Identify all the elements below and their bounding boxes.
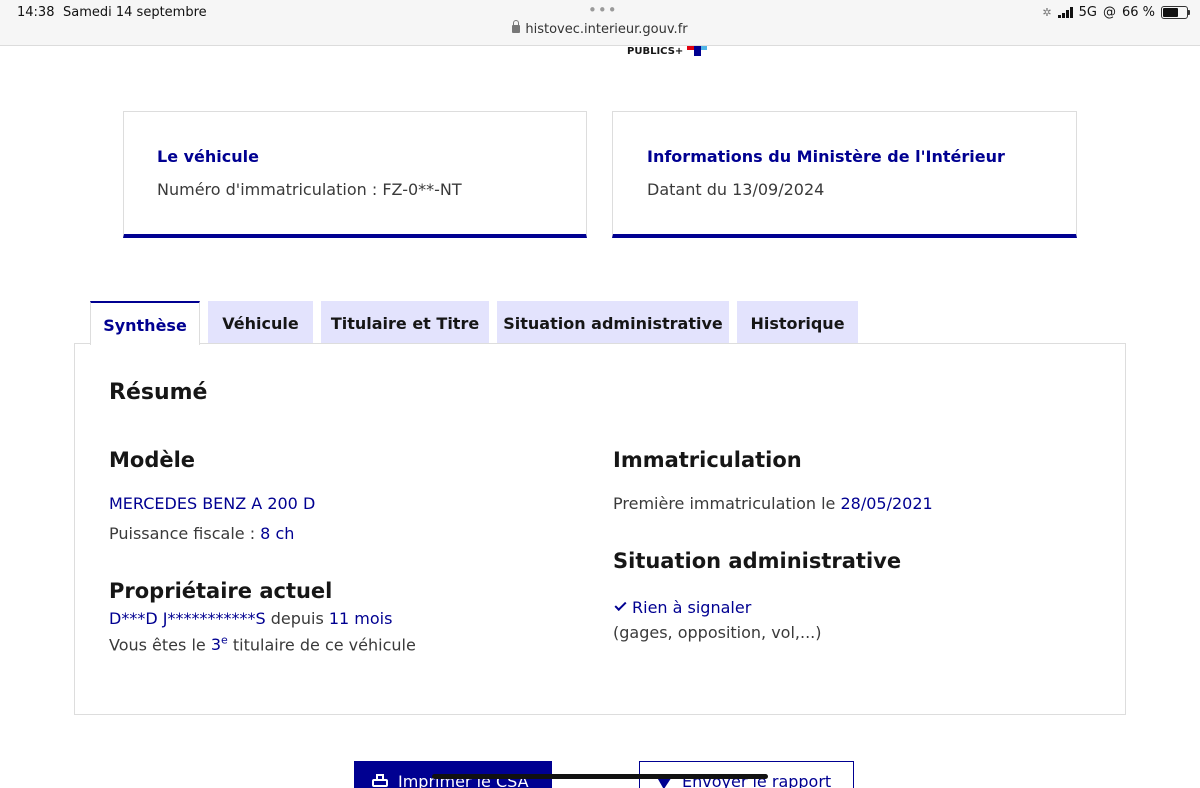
ministry-card: Informations du Ministère de l'Intérieur… xyxy=(612,111,1077,238)
data-date: Datant du 13/09/2024 xyxy=(647,180,825,199)
model-heading: Modèle xyxy=(109,448,196,472)
lock-icon xyxy=(512,20,521,33)
tab-situation-administrative[interactable]: Situation administrative xyxy=(497,301,729,344)
owner-rank-number: 3e xyxy=(210,634,228,655)
logo-flag-icon xyxy=(687,46,708,56)
summary-heading: Résumé xyxy=(109,380,208,405)
first-registration: Première immatriculation le 28/05/2021 xyxy=(613,494,933,513)
tab-titulaire[interactable]: Titulaire et Titre xyxy=(321,301,489,344)
printer-icon xyxy=(372,774,388,788)
fiscal-power-value: 8 ch xyxy=(260,524,295,543)
admin-details: (gages, opposition, vol,...) xyxy=(613,623,822,642)
model-name: MERCEDES BENZ A 200 D xyxy=(109,494,316,513)
more-dots-icon[interactable]: ••• xyxy=(588,1,618,19)
status-indicators: ✲ 5G @ 66 % xyxy=(1042,5,1190,20)
summary-panel: Résumé Modèle MERCEDES BENZ A 200 D Puis… xyxy=(74,343,1126,715)
network-label: 5G xyxy=(1078,5,1097,20)
logo-text: PUBLICS+ xyxy=(627,46,684,57)
battery-percent: 66 % xyxy=(1121,5,1155,20)
fiscal-power: Puissance fiscale : 8 ch xyxy=(109,524,295,543)
owner-name: D***D J***********S xyxy=(109,609,266,628)
check-icon xyxy=(614,598,627,612)
vehicle-card: Le véhicule Numéro d'immatriculation : F… xyxy=(123,111,587,238)
first-registration-date: 28/05/2021 xyxy=(840,494,933,513)
registration-number: Numéro d'immatriculation : FZ-0**-NT xyxy=(157,180,462,199)
tab-historique[interactable]: Historique xyxy=(737,301,858,344)
url-text: histovec.interieur.gouv.fr xyxy=(525,22,688,37)
home-indicator[interactable] xyxy=(432,774,768,779)
registration-heading: Immatriculation xyxy=(613,448,802,472)
activity-icon: ✲ xyxy=(1042,6,1052,19)
battery-icon xyxy=(1161,6,1190,19)
owner-rank: Vous êtes le 3e titulaire de ce véhicule xyxy=(109,634,416,655)
owner-line: D***D J***********S depuis 11 mois xyxy=(109,609,393,628)
ministry-card-title: Informations du Ministère de l'Intérieur xyxy=(647,147,1005,166)
status-date: Samedi 14 septembre xyxy=(63,5,207,20)
owner-heading: Propriétaire actuel xyxy=(109,579,333,603)
site-logo: PUBLICS+ xyxy=(627,46,708,57)
admin-status: Rien à signaler xyxy=(614,598,751,617)
focus-icon: @ xyxy=(1102,5,1116,20)
address-bar[interactable]: histovec.interieur.gouv.fr xyxy=(0,20,1200,37)
tab-synthese[interactable]: Synthèse xyxy=(90,301,200,345)
admin-heading: Situation administrative xyxy=(613,549,902,573)
signal-icon xyxy=(1057,7,1073,18)
status-bar: 14:38 Samedi 14 septembre ••• histovec.i… xyxy=(0,0,1200,46)
vehicle-card-title: Le véhicule xyxy=(157,147,259,166)
tab-vehicule[interactable]: Véhicule xyxy=(208,301,313,344)
owner-duration: 11 mois xyxy=(328,609,393,628)
status-time: 14:38 xyxy=(17,5,55,20)
